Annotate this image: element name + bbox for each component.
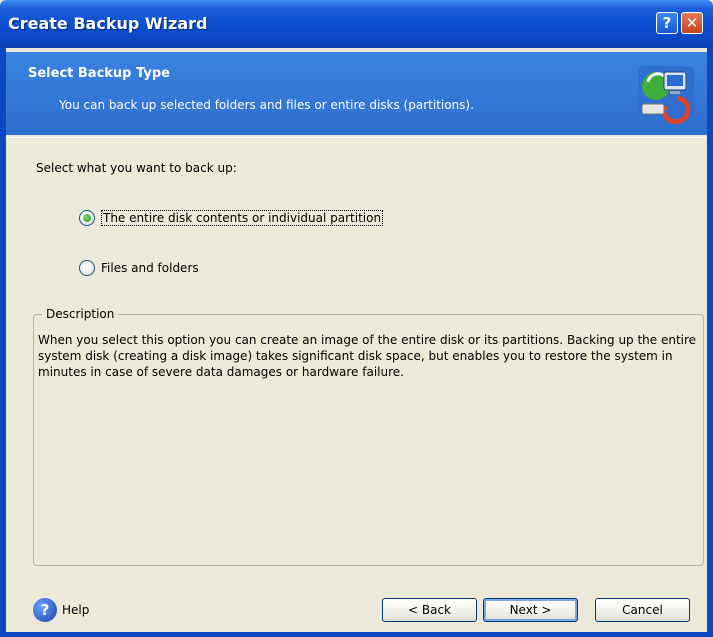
description-legend: Description — [42, 307, 119, 321]
wizard-window: Create Backup Wizard ? ✕ Select Backup T… — [0, 0, 713, 637]
question-icon: ? — [662, 14, 672, 32]
option-entire-disk-label: The entire disk contents or individual p… — [101, 210, 384, 226]
back-button-label: < Back — [407, 603, 451, 617]
option-files-folders-label: Files and folders — [101, 261, 199, 275]
radio-button-selected[interactable] — [79, 210, 95, 226]
back-button[interactable]: < Back — [382, 598, 477, 622]
help-link[interactable]: Help — [62, 603, 89, 617]
backup-prompt: Select what you want to back up: — [36, 161, 237, 175]
window-border-right — [707, 48, 713, 637]
cancel-button[interactable]: Cancel — [595, 598, 690, 622]
option-files-folders[interactable]: Files and folders — [79, 260, 199, 276]
radio-button-unselected[interactable] — [79, 260, 95, 276]
window-title: Create Backup Wizard — [8, 14, 208, 33]
next-button-label: Next > — [509, 603, 552, 617]
window-border-bottom — [0, 632, 713, 637]
title-help-button[interactable]: ? — [656, 12, 678, 34]
page-subtitle: You can back up selected folders and fil… — [59, 98, 474, 112]
option-entire-disk[interactable]: The entire disk contents or individual p… — [79, 210, 384, 226]
cancel-button-label: Cancel — [622, 603, 663, 617]
title-bar[interactable]: Create Backup Wizard ? ✕ — [0, 0, 713, 48]
description-text: When you select this option you can crea… — [38, 333, 697, 379]
close-button[interactable]: ✕ — [681, 12, 703, 34]
page-title: Select Backup Type — [28, 66, 170, 81]
wizard-header: Select Backup Type You can back up selec… — [6, 52, 707, 135]
help-icon[interactable]: ? — [33, 598, 57, 622]
close-icon: ✕ — [685, 14, 699, 32]
next-button[interactable]: Next > — [483, 598, 578, 622]
radio-dot-icon — [83, 214, 91, 222]
backup-wizard-icon — [638, 66, 694, 124]
